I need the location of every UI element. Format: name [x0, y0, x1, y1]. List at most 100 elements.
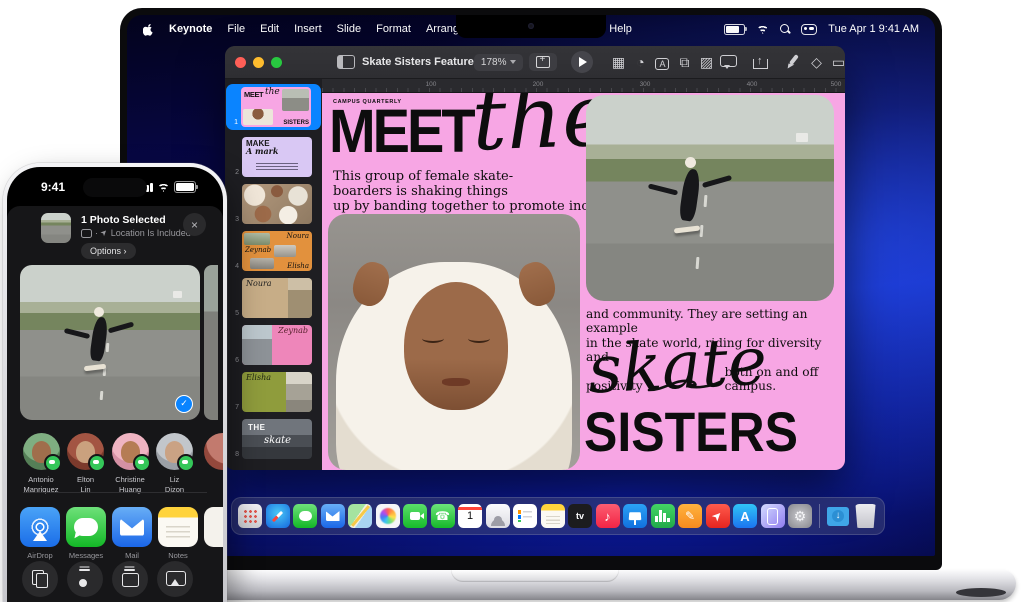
dock-trash-icon[interactable] [854, 504, 878, 528]
dock-notes-icon[interactable] [541, 504, 565, 528]
copy-action-button[interactable] [22, 561, 58, 597]
airdrop-contacts-row: AntonioManriquez EltonLin ChristineHuang… [20, 433, 196, 495]
contact-partial[interactable] [204, 433, 223, 470]
slide-canvas[interactable]: CAMPUS QUARTERLY MEET the This group of … [322, 93, 845, 470]
slide-thumbnail-8[interactable]: 8 THEskate [225, 419, 322, 459]
slide-number: 2 [229, 169, 239, 177]
share-airdrop[interactable]: AirDrop [20, 507, 60, 560]
close-button[interactable]: × [183, 213, 206, 236]
avatar [156, 433, 193, 470]
dock-safari-icon[interactable] [266, 504, 290, 528]
slide-thumbnail-7[interactable]: 7 Elisha [225, 372, 322, 412]
display-notch [456, 15, 606, 38]
airdrop-icon [20, 507, 60, 547]
menu-item-insert[interactable]: Insert [294, 23, 322, 35]
macbook-lid-notch [451, 570, 619, 582]
slide-number: 4 [229, 263, 239, 271]
thumb-photo [282, 89, 309, 111]
slide-thumbnail-6[interactable]: 6 Zeynab [225, 325, 322, 365]
slide-number: 8 [229, 451, 239, 459]
dock-mail-icon[interactable] [321, 504, 345, 528]
slide-outro[interactable]: SISTERS [584, 404, 798, 460]
dock-tv-icon[interactable]: tv [568, 504, 592, 528]
macbook-foot [956, 588, 1006, 597]
table-button[interactable] [607, 52, 629, 72]
dock-contacts-icon[interactable] [486, 504, 510, 528]
ruler: 100 200 300 400 500 [322, 79, 845, 93]
contact-liz[interactable]: LizDizon [154, 433, 196, 495]
add-to-album-button[interactable] [112, 561, 148, 597]
share-button[interactable] [749, 52, 771, 72]
menu-item-file[interactable]: File [227, 23, 245, 35]
dock-facetime-icon[interactable] [403, 504, 427, 528]
add-slide-button[interactable] [529, 53, 557, 71]
dock-messages-icon[interactable] [293, 504, 317, 528]
wifi-icon[interactable] [756, 24, 769, 34]
dock-system-settings-icon[interactable] [788, 504, 812, 528]
dock-reminders-icon[interactable] [513, 504, 537, 528]
slide-thumbnail-1[interactable]: 1 MEET the SISTERS [226, 84, 321, 130]
media-button[interactable] [695, 52, 717, 72]
minimize-button[interactable] [253, 57, 264, 68]
slide-headline[interactable]: MEET [329, 100, 473, 162]
text-button[interactable] [651, 52, 673, 72]
slide-thumbnail-2[interactable]: 2 MAKEA mark [225, 137, 322, 177]
dock-calendar-icon[interactable]: 1 [458, 504, 482, 528]
comment-button[interactable] [717, 52, 739, 72]
menu-app-name[interactable]: Keynote [169, 23, 212, 35]
format-button[interactable] [783, 52, 805, 72]
slide-thumbnail-3[interactable]: 3 [225, 184, 322, 224]
shape-button[interactable] [673, 52, 695, 72]
search-icon[interactable] [780, 24, 790, 34]
menu-item-slide[interactable]: Slide [337, 23, 361, 35]
apple-menu-icon[interactable] [143, 23, 154, 36]
animate-button[interactable] [805, 52, 827, 72]
dock-music-icon[interactable] [596, 504, 620, 528]
dock-photos-icon[interactable] [376, 504, 400, 528]
dock-iphone-mirroring-icon[interactable] [761, 504, 785, 528]
share-app-partial[interactable] [204, 507, 223, 547]
close-button[interactable] [235, 57, 246, 68]
dock-rocket-icon[interactable] [706, 504, 730, 528]
slide-thumbnail-4[interactable]: 4 Noura Zeynab Elisha [225, 231, 322, 271]
menu-item-help[interactable]: Help [609, 23, 632, 35]
share-messages[interactable]: Messages [66, 507, 106, 560]
menu-item-edit[interactable]: Edit [260, 23, 279, 35]
sidebar-toggle-icon[interactable] [337, 55, 355, 69]
thumb-photo [250, 258, 274, 269]
dock-launchpad-icon[interactable] [238, 504, 262, 528]
control-center-icon[interactable] [801, 24, 817, 35]
dock-downloads-folder-icon[interactable] [826, 504, 850, 528]
contact-antonio[interactable]: AntonioManriquez [20, 433, 62, 495]
chart-button[interactable] [629, 52, 651, 72]
caption-icon [81, 229, 92, 238]
slide-photo-skater[interactable] [586, 95, 834, 301]
fullscreen-button[interactable] [271, 57, 282, 68]
dock-phone-icon[interactable] [431, 504, 455, 528]
battery-icon[interactable] [724, 24, 745, 35]
dock-keynote-icon[interactable] [623, 504, 647, 528]
add-to-shared-album-button[interactable] [67, 561, 103, 597]
slide-outro-script[interactable]: skate [586, 328, 768, 403]
document-button[interactable] [827, 52, 845, 72]
dock-numbers-icon[interactable] [651, 504, 675, 528]
share-notes[interactable]: Notes [158, 507, 198, 560]
menu-clock[interactable]: Tue Apr 1 9:41 AM [828, 23, 919, 35]
menu-item-format[interactable]: Format [376, 23, 411, 35]
slide-thumbnail-5[interactable]: 5 Noura [225, 278, 322, 318]
contact-christine[interactable]: ChristineHuang [109, 433, 151, 495]
selected-photo[interactable]: ✓ [20, 265, 200, 420]
slide-photo-portrait[interactable] [328, 214, 580, 470]
dock-app-store-icon[interactable]: A [733, 504, 757, 528]
dock-maps-icon[interactable] [348, 504, 372, 528]
play-button[interactable] [571, 51, 593, 73]
options-button[interactable]: Options › [81, 243, 136, 259]
add-slide-icon [536, 56, 550, 68]
dock-pages-icon[interactable] [678, 504, 702, 528]
zoom-control[interactable]: 178% [474, 54, 524, 71]
share-mail[interactable]: Mail [112, 507, 152, 560]
battery-icon [174, 181, 196, 193]
airplay-action-button[interactable] [157, 561, 193, 597]
next-photo-partial[interactable] [204, 265, 218, 420]
contact-elton[interactable]: EltonLin [65, 433, 107, 495]
